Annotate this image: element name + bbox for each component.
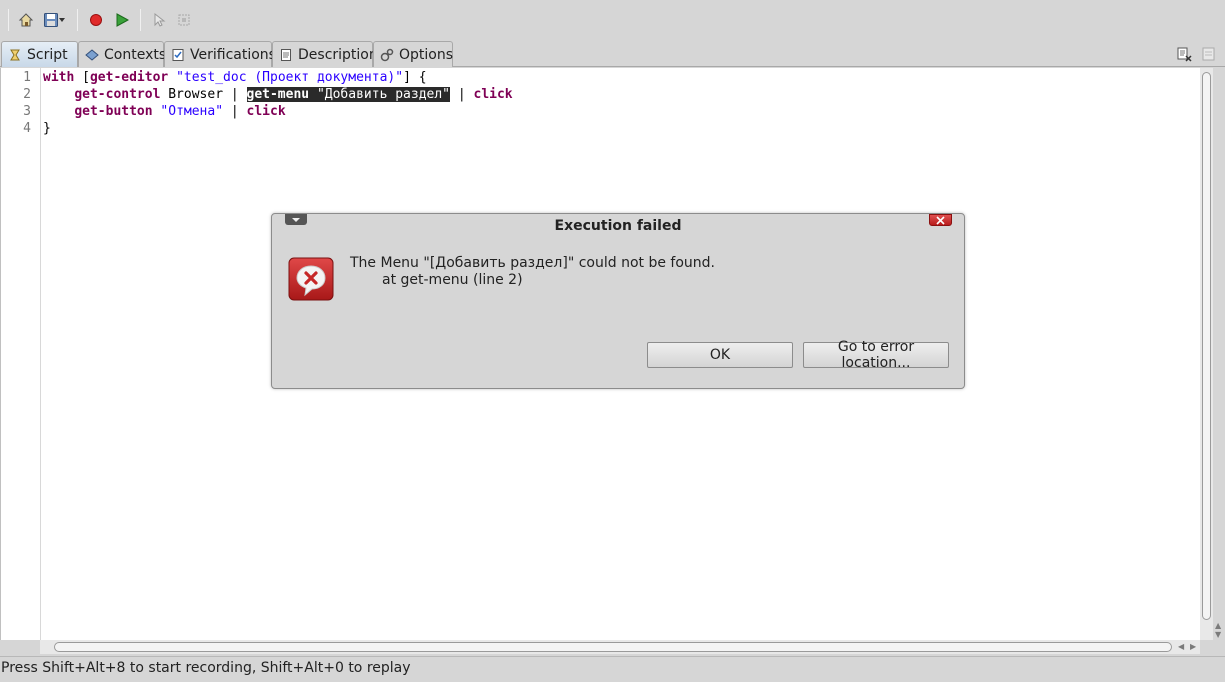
description-icon xyxy=(279,48,293,62)
code-text[interactable]: with [get-editor "test_doc (Проект докум… xyxy=(43,69,513,137)
tab-contexts[interactable]: Contexts xyxy=(78,41,167,67)
select-icon[interactable] xyxy=(150,11,168,29)
keyword: with xyxy=(43,70,75,85)
dialog-title: Execution failed xyxy=(554,218,682,234)
scrollbar-thumb[interactable] xyxy=(1202,72,1211,620)
code-token: } xyxy=(43,121,51,136)
close-button[interactable] xyxy=(929,214,952,226)
string-literal: "Добавить раздел" xyxy=(309,87,451,102)
tab-label: Verifications xyxy=(190,46,276,63)
code-line: with [get-editor "test_doc (Проект докум… xyxy=(43,69,513,86)
tab-label: Description xyxy=(298,46,378,63)
clear-icon[interactable] xyxy=(1176,46,1192,62)
close-icon xyxy=(936,215,945,225)
string-literal: "test_doc (Проект документа)" xyxy=(168,70,404,85)
properties-icon[interactable] xyxy=(1202,46,1216,62)
code-line: get-control Browser | get-menu "Добавить… xyxy=(43,86,513,103)
ok-button[interactable]: OK xyxy=(647,342,793,368)
code-line: get-button "Отмена" | click xyxy=(43,103,513,120)
code-line: } xyxy=(43,120,513,137)
keyword: get-button xyxy=(74,104,153,119)
keyword: click xyxy=(246,104,286,119)
scroll-right-icon[interactable]: ▶ xyxy=(1190,643,1196,651)
tab-label: Script xyxy=(27,46,68,63)
toolbar-separator xyxy=(140,9,141,31)
code-token: | xyxy=(223,104,247,119)
tab-label: Contexts xyxy=(104,46,167,63)
toolbar xyxy=(0,0,1225,40)
line-number: 2 xyxy=(23,87,31,102)
line-number-gutter: 1 2 3 4 xyxy=(1,68,41,640)
line-number: 1 xyxy=(23,70,31,85)
scrollbar-thumb[interactable] xyxy=(54,642,1172,652)
editor-tab-bar: Script Contexts Verifications Descriptio… xyxy=(0,40,1225,67)
code-token: Browser | xyxy=(160,87,247,102)
status-bar: Press Shift+Alt+8 to start recording, Sh… xyxy=(0,656,1225,682)
assert-icon[interactable] xyxy=(175,11,193,29)
code-token: [ xyxy=(74,70,90,85)
scroll-left-icon[interactable]: ◀ xyxy=(1178,643,1184,651)
string-literal: "Отмена" xyxy=(152,104,224,119)
options-icon xyxy=(380,48,394,62)
replay-icon[interactable] xyxy=(113,11,131,29)
overview-ruler: ▲ ▼ xyxy=(1213,68,1225,640)
keyword: get-editor xyxy=(89,70,169,85)
home-icon[interactable] xyxy=(17,11,35,29)
editor-tools xyxy=(1176,46,1216,62)
toolbar-separator xyxy=(77,9,78,31)
go-to-error-location-button[interactable]: Go to error location... xyxy=(803,339,949,371)
horizontal-scrollbar[interactable]: ◀ ▶ xyxy=(40,640,1200,654)
tab-script[interactable]: Script xyxy=(1,41,78,67)
scroll-up-icon[interactable]: ▲ xyxy=(1215,622,1221,630)
execution-failed-dialog: Execution failed The Menu "[Добавить раз… xyxy=(271,213,965,389)
toolbar-separator xyxy=(8,9,9,31)
keyword: click xyxy=(473,87,513,102)
dropdown-arrow-icon[interactable] xyxy=(57,11,67,29)
tab-label: Options xyxy=(399,46,454,63)
keyword: get-menu xyxy=(246,87,310,102)
scroll-down-icon[interactable]: ▼ xyxy=(1215,631,1221,639)
contexts-icon xyxy=(85,48,99,62)
status-text: Press Shift+Alt+8 to start recording, Sh… xyxy=(1,660,411,676)
code-token: | xyxy=(450,87,474,102)
error-icon xyxy=(288,257,334,303)
tab-description[interactable]: Description xyxy=(272,41,378,67)
line-number: 3 xyxy=(23,104,31,119)
tab-options[interactable]: Options xyxy=(373,41,453,67)
code-token: ] { xyxy=(403,70,427,85)
verifications-icon xyxy=(171,48,185,62)
error-highlight: get-menu "Добавить раздел" xyxy=(246,87,451,102)
error-message: The Menu "[Добавить раздел]" could not b… xyxy=(350,255,715,271)
tab-verifications[interactable]: Verifications xyxy=(164,41,276,67)
record-icon[interactable] xyxy=(87,11,105,29)
vertical-scrollbar[interactable] xyxy=(1200,68,1213,640)
keyword: get-control xyxy=(74,87,161,102)
error-location-text: at get-menu (line 2) xyxy=(382,272,523,288)
script-icon xyxy=(8,48,22,62)
line-number: 4 xyxy=(23,121,31,136)
